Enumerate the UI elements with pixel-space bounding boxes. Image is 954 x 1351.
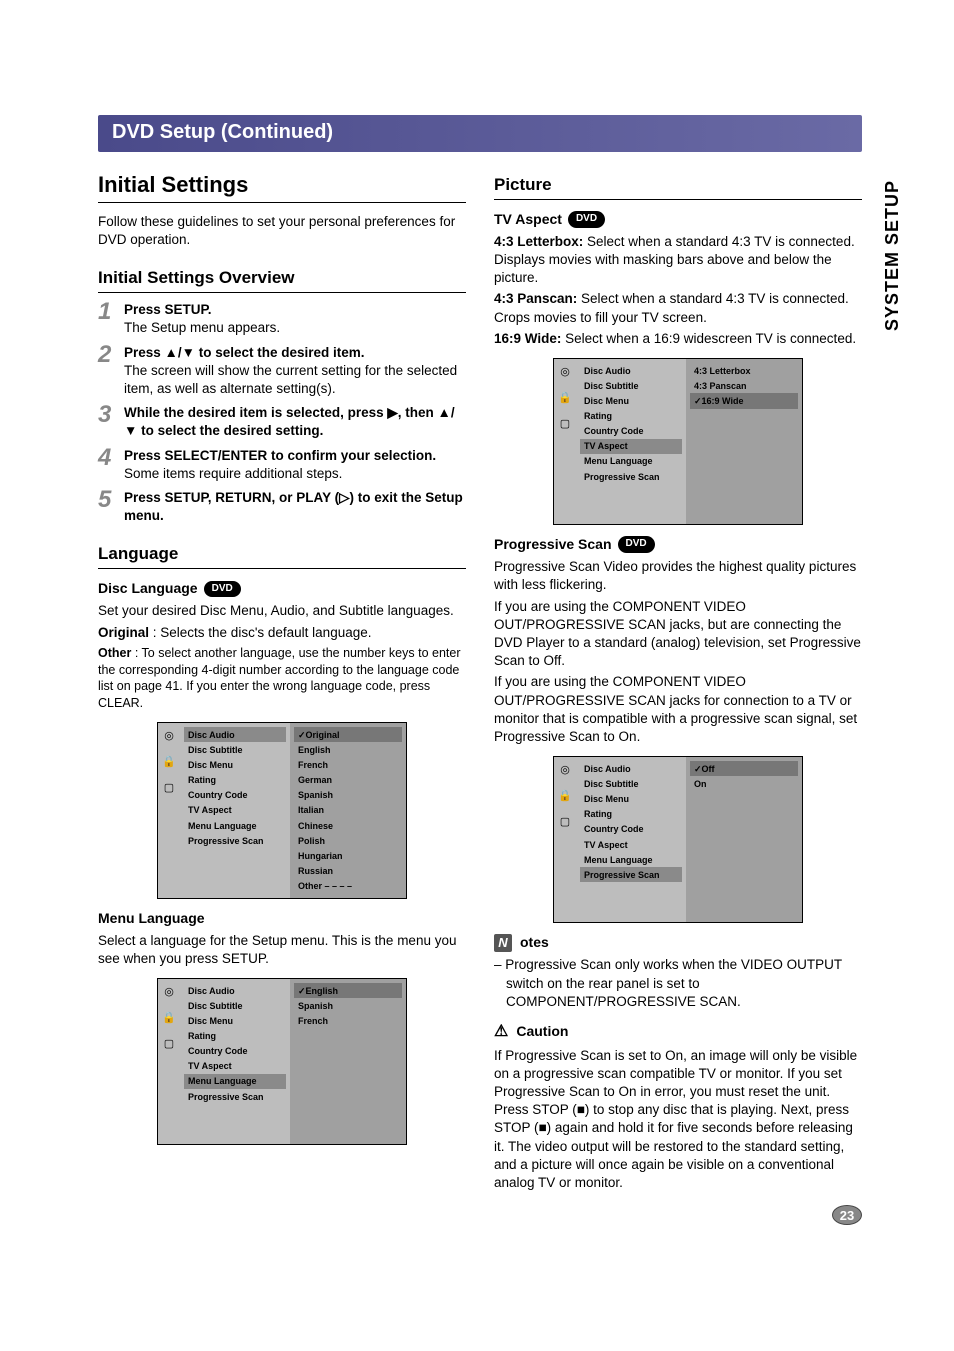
step-number: 5 [98, 489, 118, 525]
step: 5 Press SETUP, RETURN, or PLAY (▷) to ex… [98, 489, 466, 525]
osd-disc-language: ◎ 🔒 ▢ Disc Audio Disc Subtitle Disc Menu… [157, 722, 407, 899]
step: 2 Press ▲/▼ to select the desired item.T… [98, 344, 466, 399]
right-column: Picture TV Aspect DVD 4:3 Letterbox: Sel… [494, 170, 862, 1195]
disc-icon: ◎ [162, 729, 176, 743]
tv-icon: ▢ [558, 815, 572, 829]
step: 1 Press SETUP.The Setup menu appears. [98, 301, 466, 337]
lock-icon: 🔒 [558, 391, 572, 405]
heading-picture: Picture [494, 174, 862, 200]
osd-menu-col: Disc Audio Disc Subtitle Disc Menu Ratin… [576, 359, 686, 524]
note-item: Progressive Scan only works when the VID… [494, 956, 862, 1011]
tv-icon: ▢ [162, 1037, 176, 1051]
notes-heading: Notes [494, 933, 862, 952]
caution-text: If Progressive Scan is set to On, an ima… [494, 1047, 862, 1193]
step: 3 While the desired item is selected, pr… [98, 404, 466, 440]
heading-overview: Initial Settings Overview [98, 267, 466, 293]
tva-43panscan: 4:3 Panscan: Select when a standard 4:3 … [494, 290, 862, 326]
osd-menu-col: Disc Audio Disc Subtitle Disc Menu Ratin… [576, 757, 686, 922]
heading-tv-aspect: TV Aspect DVD [494, 210, 862, 229]
step-number: 2 [98, 344, 118, 399]
ps-desc-3: If you are using the COMPONENT VIDEO OUT… [494, 673, 862, 746]
disc-lang-other: Other : To select another language, use … [98, 645, 466, 713]
notes-list: Progressive Scan only works when the VID… [494, 956, 862, 1011]
heading-menu-language: Menu Language [98, 909, 466, 928]
disc-icon: ◎ [162, 985, 176, 999]
tva-43letterbox: 4:3 Letterbox: Select when a standard 4:… [494, 233, 862, 288]
dvd-pill: DVD [568, 211, 605, 228]
step-number: 4 [98, 447, 118, 483]
caution-heading: ⚠Caution [494, 1021, 862, 1043]
osd-menu-col: Disc Audio Disc Subtitle Disc Menu Ratin… [180, 979, 290, 1144]
dvd-pill: DVD [618, 536, 655, 553]
tv-icon: ▢ [558, 417, 572, 431]
steps-list: 1 Press SETUP.The Setup menu appears. 2 … [98, 301, 466, 525]
osd-value-col: 4:3 Letterbox 4:3 Panscan ✓16:9 Wide [686, 359, 802, 524]
step-number: 1 [98, 301, 118, 337]
osd-value-col: ✓Original English French German Spanish … [290, 723, 406, 898]
heading-initial-settings: Initial Settings [98, 170, 466, 203]
warning-icon: ⚠ [494, 1021, 508, 1043]
intro-text: Follow these guidelines to set your pers… [98, 213, 466, 249]
disc-lang-desc: Set your desired Disc Menu, Audio, and S… [98, 602, 466, 620]
lock-icon: 🔒 [162, 1011, 176, 1025]
osd-progressive-scan: ◎ 🔒 ▢ Disc Audio Disc Subtitle Disc Menu… [553, 756, 803, 923]
page-banner: DVD Setup (Continued) [98, 115, 862, 152]
tv-icon: ▢ [162, 781, 176, 795]
disc-icon: ◎ [558, 763, 572, 777]
heading-disc-language: Disc Language DVD [98, 579, 466, 598]
heading-language: Language [98, 543, 466, 569]
heading-progressive-scan: Progressive Scan DVD [494, 535, 862, 554]
step: 4 Press SELECT/ENTER to confirm your sel… [98, 447, 466, 483]
osd-value-col: ✓Off On [686, 757, 802, 922]
page-number: 23 [832, 1205, 862, 1225]
side-tab: SYSTEM SETUP [880, 180, 904, 331]
osd-value-col: ✓English Spanish French [290, 979, 406, 1144]
left-column: Initial Settings Follow these guidelines… [98, 170, 466, 1195]
lock-icon: 🔒 [558, 789, 572, 803]
menu-lang-desc: Select a language for the Setup menu. Th… [98, 932, 466, 968]
tva-169wide: 16:9 Wide: Select when a 16:9 widescreen… [494, 330, 862, 348]
osd-tv-aspect: ◎ 🔒 ▢ Disc Audio Disc Subtitle Disc Menu… [553, 358, 803, 525]
osd-menu-language: ◎ 🔒 ▢ Disc Audio Disc Subtitle Disc Menu… [157, 978, 407, 1145]
disc-lang-original: Original : Selects the disc's default la… [98, 624, 466, 642]
dvd-pill: DVD [204, 581, 241, 598]
ps-desc-2: If you are using the COMPONENT VIDEO OUT… [494, 598, 862, 671]
ps-desc-1: Progressive Scan Video provides the high… [494, 558, 862, 594]
step-number: 3 [98, 404, 118, 440]
lock-icon: 🔒 [162, 755, 176, 769]
notes-icon: N [494, 934, 512, 952]
disc-icon: ◎ [558, 365, 572, 379]
osd-menu-col: Disc Audio Disc Subtitle Disc Menu Ratin… [180, 723, 290, 898]
